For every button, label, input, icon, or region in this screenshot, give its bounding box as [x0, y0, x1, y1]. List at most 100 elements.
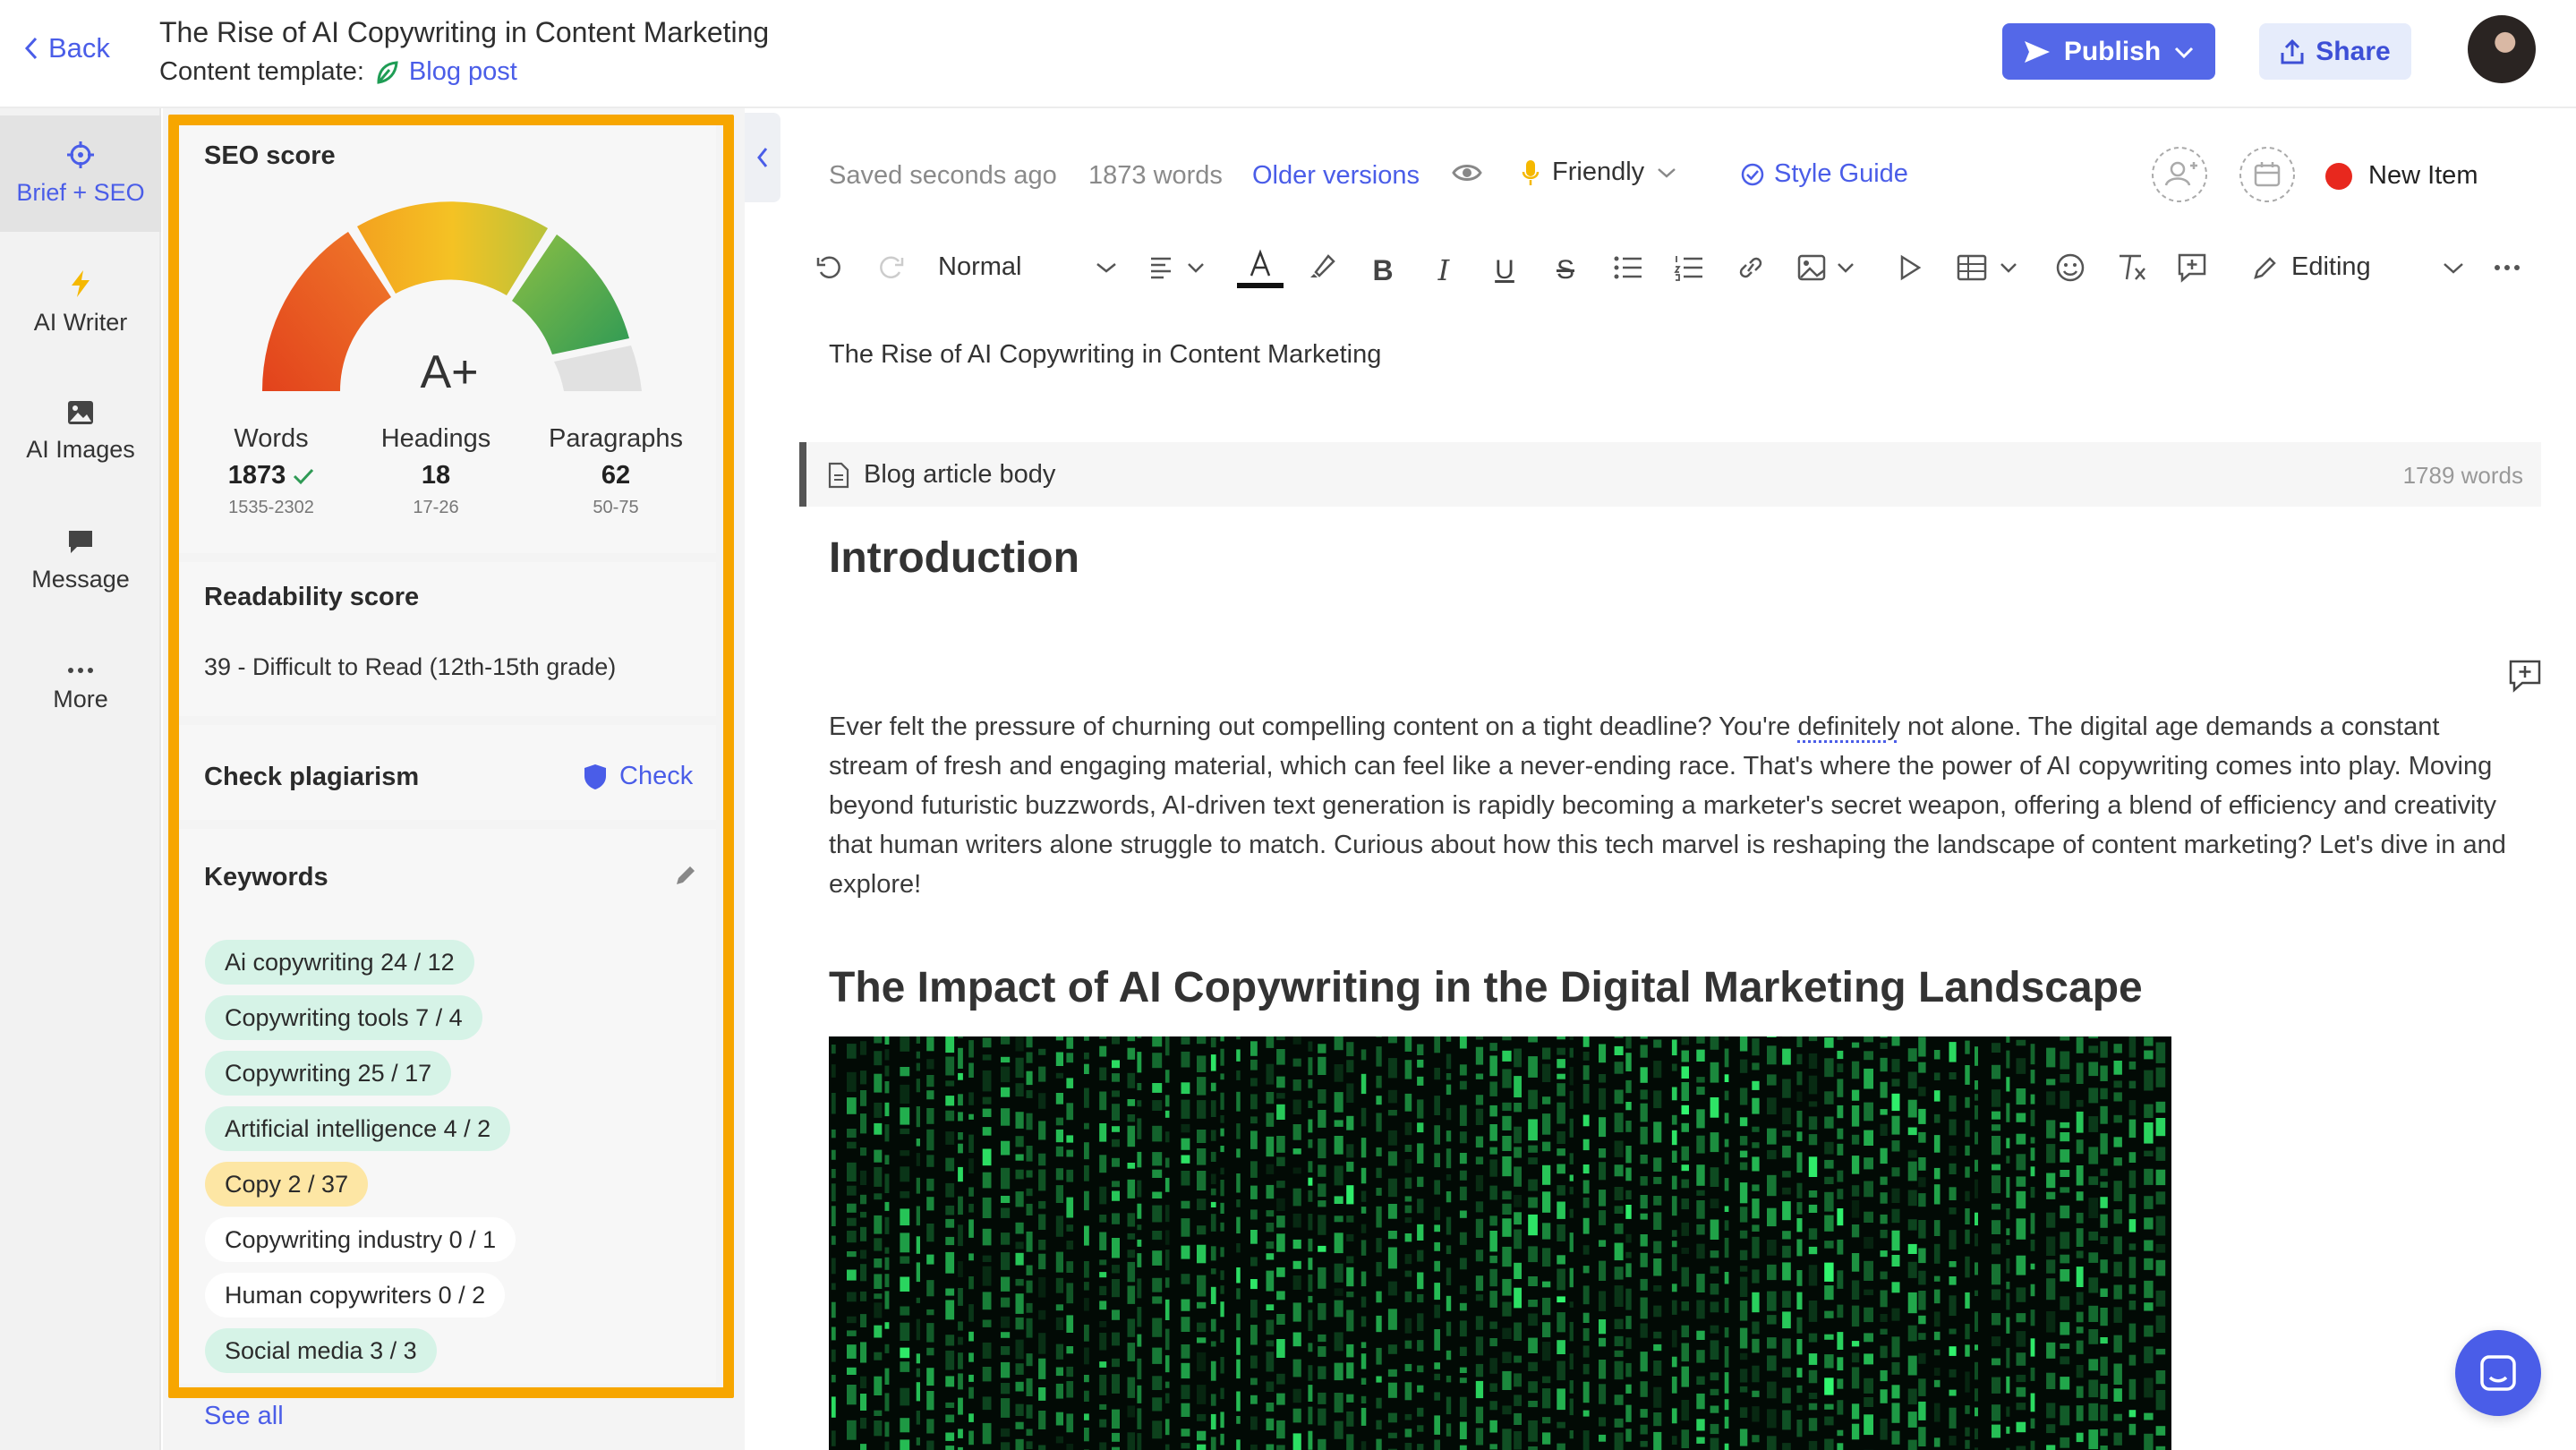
matrix-glyph — [860, 1291, 867, 1301]
matrix-glyph — [1361, 1395, 1367, 1403]
matrix-glyph — [1361, 1138, 1367, 1158]
matrix-glyph — [1489, 1291, 1497, 1308]
calendar-icon[interactable] — [2239, 146, 2296, 203]
underline-icon[interactable]: U — [1491, 252, 1518, 288]
keyword-chip[interactable]: Copywriting tools 7 / 4 — [205, 995, 482, 1040]
matrix-glyph — [1266, 1319, 1275, 1335]
style-guide-button[interactable]: Style Guide — [1740, 159, 1908, 189]
chevron-down-icon[interactable] — [2442, 261, 2465, 276]
table-icon[interactable] — [1957, 252, 2025, 283]
insert-image-icon[interactable] — [1797, 252, 1862, 283]
matrix-glyph — [1475, 1294, 1484, 1301]
matrix-glyph — [1434, 1241, 1440, 1251]
keyword-chip[interactable]: Social media 3 / 3 — [205, 1328, 437, 1373]
bullet-list-icon[interactable] — [1613, 254, 1643, 281]
matrix-glyph — [1864, 1068, 1873, 1089]
matrix-glyph — [1918, 1291, 1926, 1310]
heading-introduction[interactable]: Introduction — [829, 533, 1079, 583]
emoji-icon[interactable] — [2055, 252, 2086, 283]
matrix-glyph — [1038, 1153, 1046, 1166]
matrix-glyph — [1528, 1246, 1538, 1263]
bold-icon[interactable]: B — [1369, 252, 1396, 288]
matrix-glyph — [1266, 1418, 1275, 1431]
matrix-glyph — [1152, 1125, 1163, 1142]
play-icon[interactable] — [1898, 254, 1923, 281]
keyword-chip[interactable]: Ai copywriting 24 / 12 — [205, 940, 474, 985]
matrix-glyph — [1625, 1263, 1632, 1277]
spelling-suggestion[interactable]: definitely — [1797, 712, 1899, 741]
matrix-glyph — [1220, 1247, 1224, 1258]
rail-item-brief-seo[interactable]: Brief + SEO — [0, 115, 161, 232]
italic-icon[interactable]: I — [1430, 252, 1457, 288]
rail-item-message[interactable]: Message — [0, 502, 161, 618]
matrix-glyph — [2128, 1243, 2137, 1250]
heading-impact[interactable]: The Impact of AI Copywriting in the Digi… — [829, 963, 2143, 1012]
template-link[interactable]: Blog post — [409, 57, 517, 87]
matrix-glyph — [2128, 1378, 2137, 1400]
numbered-list-icon[interactable] — [1674, 254, 1704, 281]
matrix-glyph — [1055, 1146, 1063, 1157]
matrix-glyph — [1038, 1253, 1046, 1270]
user-avatar[interactable] — [2468, 15, 2536, 83]
intro-paragraph[interactable]: Ever felt the pressure of churning out c… — [829, 707, 2512, 904]
keyword-chip[interactable]: Human copywriters 0 / 2 — [205, 1273, 506, 1318]
keyword-chip[interactable]: Copywriting industry 0 / 1 — [205, 1217, 516, 1262]
matrix-glyph — [916, 1353, 920, 1364]
align-icon[interactable] — [1149, 254, 1212, 281]
matrix-glyph — [884, 1441, 890, 1450]
eye-icon[interactable] — [1452, 161, 1482, 184]
tone-selector[interactable]: Friendly — [1522, 158, 1676, 187]
see-all-link[interactable]: See all — [204, 1402, 284, 1431]
comment-add-icon[interactable] — [2177, 252, 2207, 283]
undo-icon[interactable] — [815, 252, 845, 283]
comment-add-icon[interactable] — [2508, 659, 2542, 693]
matrix-glyph — [1112, 1157, 1120, 1167]
matrix-glyph — [1975, 1428, 1978, 1440]
article-image[interactable] — [829, 1036, 2171, 1450]
matrix-glyph — [874, 1149, 883, 1163]
rail-item-more[interactable]: More — [0, 631, 161, 747]
chat-support-button[interactable] — [2455, 1330, 2541, 1416]
check-plagiarism-button[interactable]: Check — [584, 762, 693, 791]
block-style-select[interactable]: Normal — [938, 252, 1117, 282]
clear-format-icon[interactable] — [2116, 252, 2148, 283]
matrix-glyph — [1112, 1126, 1120, 1132]
link-icon[interactable] — [1735, 254, 1767, 281]
matrix-glyph — [1137, 1052, 1142, 1073]
text-color-button[interactable] — [1235, 249, 1285, 290]
highlighter-icon[interactable] — [1305, 251, 1337, 283]
matrix-glyph — [1210, 1268, 1216, 1275]
matrix-glyph — [1542, 1432, 1551, 1445]
matrix-glyph — [1334, 1362, 1343, 1381]
publish-button[interactable]: Publish — [2002, 23, 2215, 80]
matrix-glyph — [1266, 1253, 1275, 1260]
keyword-chip[interactable]: Artificial intelligence 4 / 2 — [205, 1106, 511, 1151]
strikethrough-icon[interactable]: S — [1552, 252, 1579, 288]
share-button[interactable]: Share — [2259, 23, 2411, 80]
rail-item-ai-writer[interactable]: AI Writer — [0, 244, 161, 361]
matrix-glyph — [1376, 1376, 1382, 1383]
metric-label: Headings — [380, 424, 491, 453]
add-collaborator-icon[interactable] — [2151, 146, 2208, 203]
matrix-glyph — [945, 1036, 955, 1053]
matrix-glyph — [1502, 1278, 1512, 1296]
editing-mode-select[interactable]: Editing — [2252, 252, 2371, 282]
older-versions-link[interactable]: Older versions — [1252, 161, 1420, 191]
matrix-glyph — [1276, 1373, 1285, 1385]
rail-item-ai-images[interactable]: AI Images — [0, 373, 161, 490]
collapse-panel-button[interactable] — [745, 113, 780, 202]
matrix-glyph — [1502, 1115, 1512, 1130]
status-item[interactable]: New Item — [2325, 161, 2478, 191]
matrix-glyph — [1250, 1325, 1258, 1345]
keyword-chip[interactable]: Copywriting 25 / 17 — [205, 1051, 452, 1096]
keyword-chip[interactable]: Copy 2 / 37 — [205, 1162, 369, 1207]
redo-icon[interactable] — [875, 252, 906, 283]
back-button[interactable]: Back — [23, 32, 110, 64]
matrix-glyph — [2113, 1413, 2122, 1421]
matrix-glyph — [884, 1081, 890, 1094]
matrix-glyph — [847, 1367, 857, 1375]
pencil-icon[interactable] — [673, 863, 698, 888]
more-options-icon[interactable] — [2494, 263, 2521, 272]
editor-title-field[interactable]: The Rise of AI Copywriting in Content Ma… — [829, 340, 1381, 370]
matrix-glyph — [1404, 1291, 1412, 1302]
